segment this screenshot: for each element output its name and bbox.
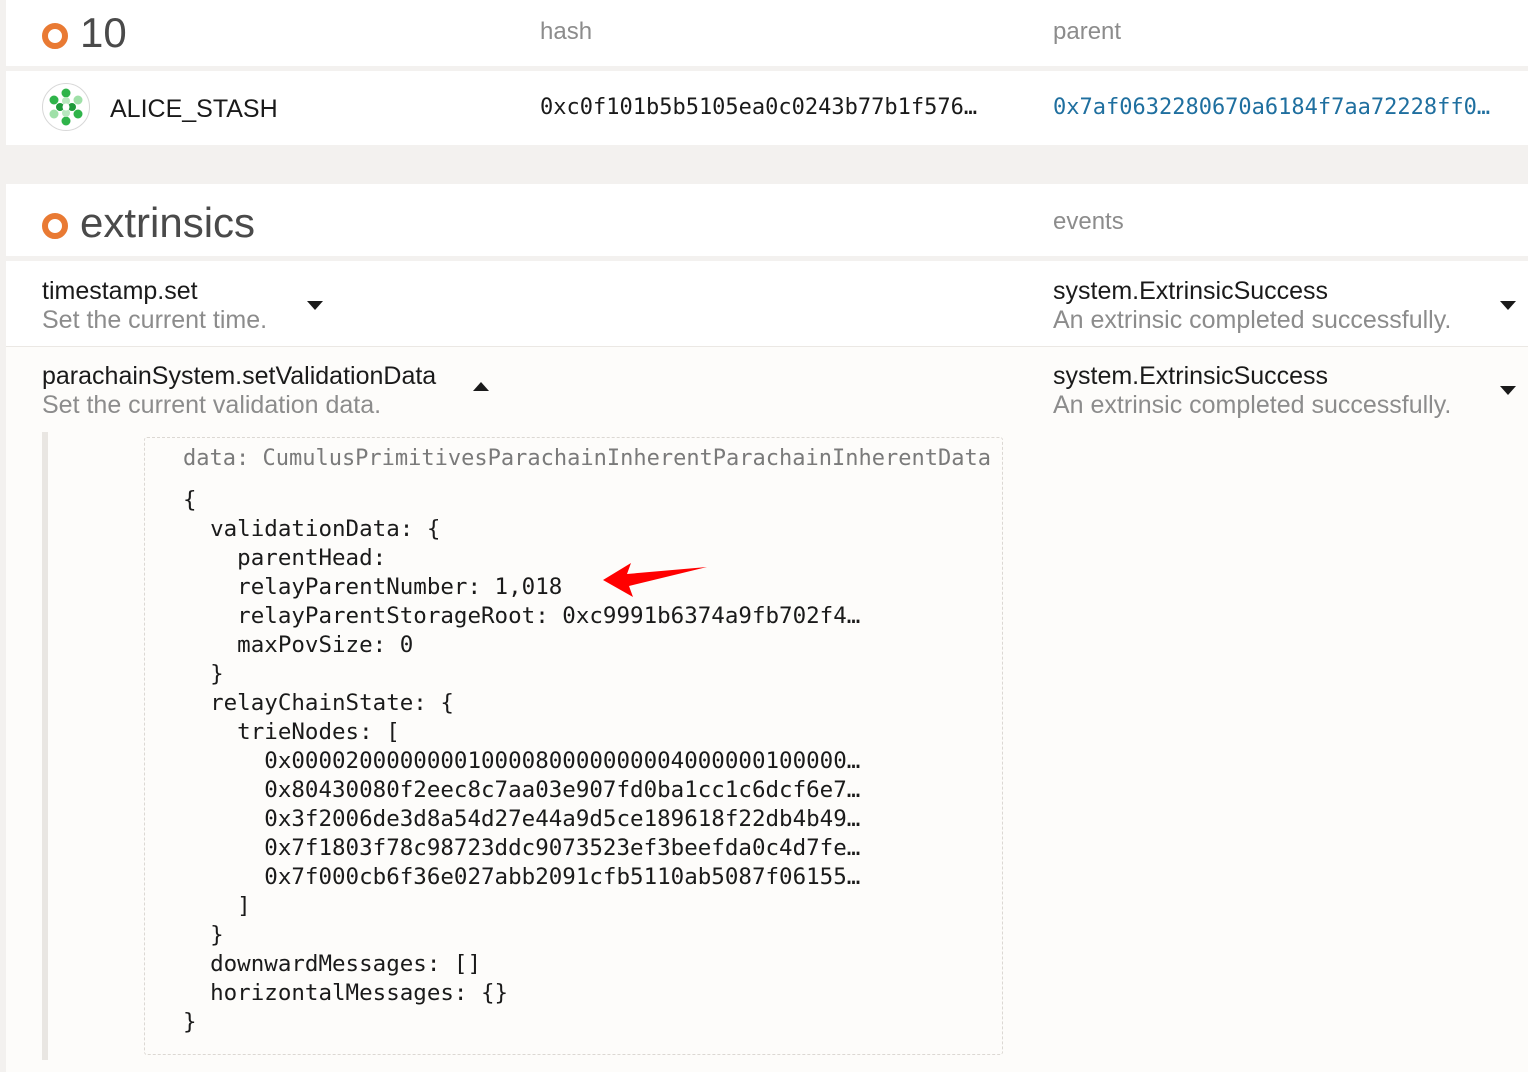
code-line: parentHead: bbox=[183, 545, 387, 571]
block-number: 10 bbox=[80, 9, 127, 56]
code-line: } bbox=[183, 661, 224, 687]
code-line: ] bbox=[183, 893, 251, 919]
code-line: 0x3f2006de3d8a54d27e44a9d5ce189618f22db4… bbox=[183, 806, 861, 832]
code-line: 0x7f1803f78c98723ddc9073523ef3beefda0c4d… bbox=[183, 835, 861, 861]
event-expand-caret-down-icon[interactable] bbox=[1500, 386, 1516, 395]
code-line: } bbox=[183, 922, 224, 948]
parent-column-header: parent bbox=[1053, 18, 1122, 45]
identicon-icon bbox=[49, 88, 83, 126]
event-name: system.ExtrinsicSuccess bbox=[1053, 277, 1329, 305]
extrinsic-params-box: data: CumulusPrimitivesParachainInherent… bbox=[144, 437, 1003, 1055]
block-author[interactable]: ALICE_STASH bbox=[110, 95, 278, 124]
parent-hash-link[interactable]: 0x7af0632280670a6184f7aa72228ff0… bbox=[1053, 95, 1503, 120]
block-header: 10 hash parent bbox=[6, 0, 1528, 66]
status-dot-icon bbox=[42, 23, 68, 49]
extrinsic-call-description: Set the current validation data. bbox=[42, 391, 382, 419]
event-expand-caret-down-icon[interactable] bbox=[1500, 301, 1516, 310]
event-description: An extrinsic completed successfully. bbox=[1053, 391, 1452, 419]
code-line: relayParentStorageRoot: 0xc9991b6374a9fb… bbox=[183, 603, 861, 629]
param-value-code: { validationData: { parentHead: relayPar… bbox=[183, 486, 860, 1037]
code-line: } bbox=[183, 1009, 197, 1035]
extrinsic-call-name: parachainSystem.setValidationData bbox=[42, 362, 437, 390]
collapse-caret-up-icon[interactable] bbox=[473, 382, 489, 391]
extrinsics-title: extrinsics bbox=[80, 199, 256, 246]
code-line: 0x80430080f2eec8c7aa03e907fd0ba1cc1c6dcf… bbox=[183, 777, 861, 803]
code-line: validationData: { bbox=[183, 516, 441, 542]
code-line: relayChainState: { bbox=[183, 690, 454, 716]
extrinsic-call-description: Set the current time. bbox=[42, 306, 268, 334]
annotation-arrow-icon bbox=[603, 563, 707, 597]
status-dot-icon bbox=[42, 213, 68, 239]
code-line: downwardMessages: [] bbox=[183, 951, 482, 977]
event-name: system.ExtrinsicSuccess bbox=[1053, 362, 1329, 390]
code-line: trieNodes: [ bbox=[183, 719, 400, 745]
code-line: relayParentNumber: 1,018 bbox=[183, 574, 563, 600]
events-column-header: events bbox=[1053, 208, 1124, 235]
code-line: maxPovSize: 0 bbox=[183, 632, 414, 658]
hash-column-header: hash bbox=[540, 18, 593, 45]
expand-caret-down-icon[interactable] bbox=[307, 301, 323, 310]
code-line: 0x7f000cb6f36e027abb2091cfb5110ab5087f06… bbox=[183, 864, 861, 890]
code-line: { bbox=[183, 487, 197, 513]
event-description: An extrinsic completed successfully. bbox=[1053, 306, 1452, 334]
param-label: data: CumulusPrimitivesParachainInherent… bbox=[183, 446, 991, 471]
extrinsic-call-name: timestamp.set bbox=[42, 277, 198, 305]
identicon-avatar[interactable] bbox=[42, 83, 90, 131]
block-row: ALICE_STASH 0xc0f101b5b5105ea0c0243b77b1… bbox=[6, 71, 1528, 145]
code-line: 0x00002000000001000080000000004000000100… bbox=[183, 748, 861, 774]
code-line: horizontalMessages: {} bbox=[183, 980, 509, 1006]
block-hash: 0xc0f101b5b5105ea0c0243b77b1f576… bbox=[540, 95, 978, 120]
extrinsics-header: extrinsics events bbox=[6, 184, 1528, 256]
extrinsics-list: timestamp.set Set the current time. syst… bbox=[6, 261, 1528, 1072]
params-indent-bar bbox=[42, 432, 48, 1060]
